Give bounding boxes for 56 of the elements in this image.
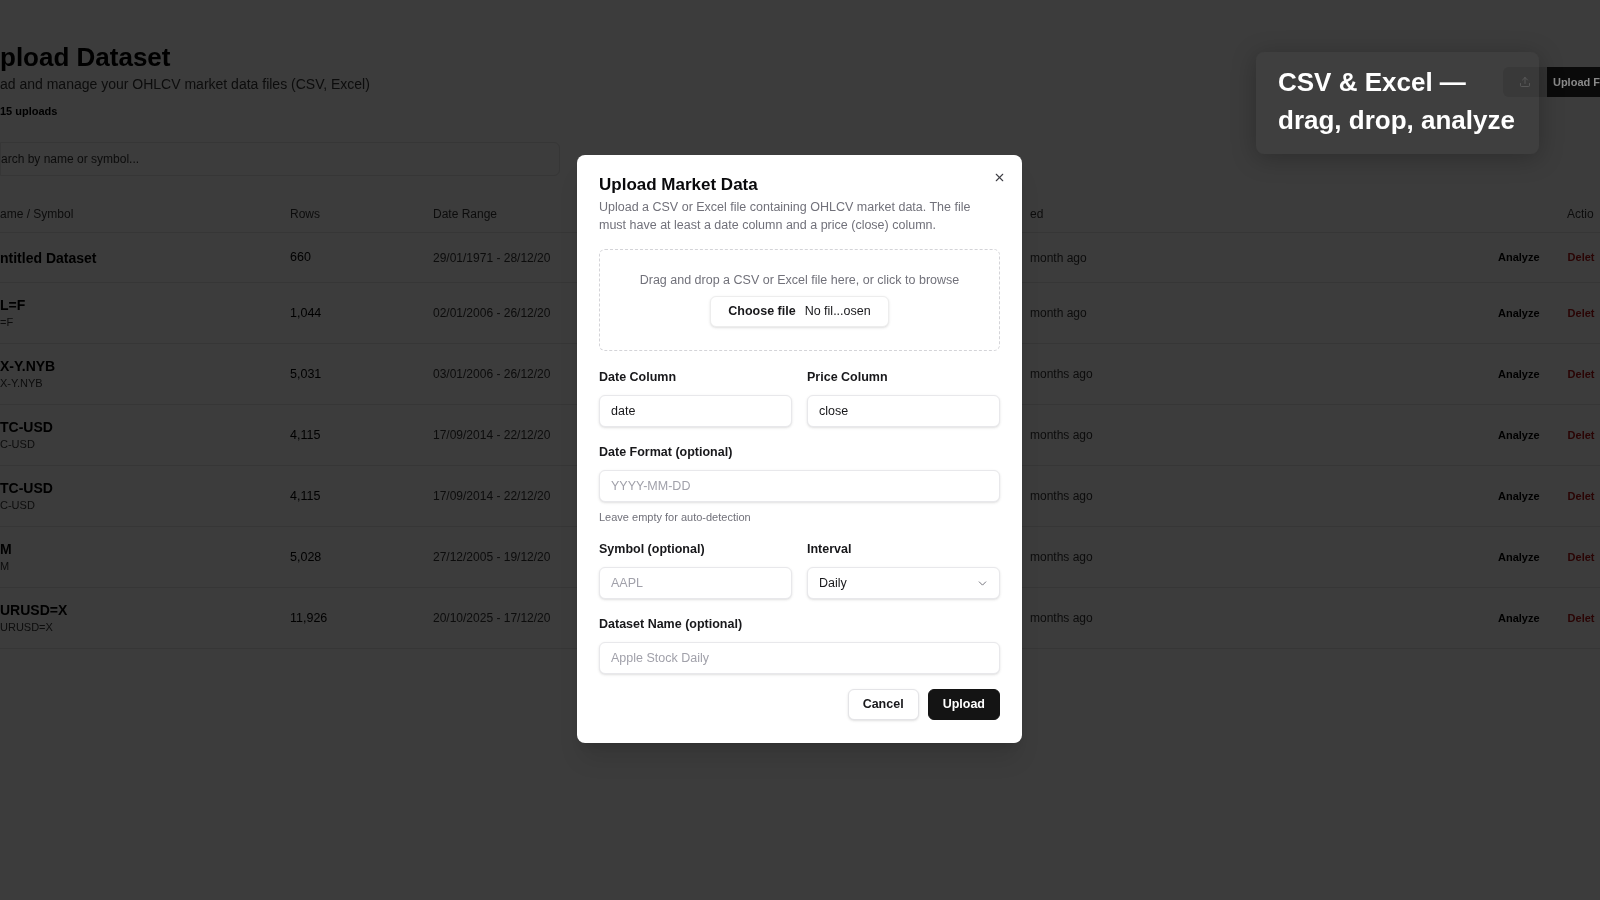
file-input[interactable]: Choose file No fil...osen <box>710 296 889 327</box>
dataset-name: ntitled Dataset <box>0 248 98 267</box>
page-title: pload Dataset <box>0 41 172 74</box>
analyze-link[interactable]: Analyze <box>1498 609 1540 627</box>
upload-icon <box>1518 76 1531 88</box>
row-count: 1,044 <box>290 304 322 322</box>
input-field[interactable]: YYYY-MM-DD <box>599 470 1000 502</box>
field-hint: Leave empty for auto-detection <box>599 510 752 524</box>
upload-file-button[interactable]: Upload F <box>1546 67 1600 97</box>
field-label: Symbol (optional) <box>599 541 706 557</box>
dialog-title: Upload Market Data <box>599 174 759 196</box>
field-label: Date Column <box>599 369 678 385</box>
dataset-name: M <box>0 540 13 558</box>
input-field[interactable]: AAPL <box>599 567 792 599</box>
field-label: Interval <box>807 541 853 557</box>
delete-link[interactable]: Delet <box>1567 249 1595 266</box>
dropzone-text: Drag and drop a CSV or Excel file here, or click to browse <box>639 272 960 289</box>
analyze-link[interactable]: Analyze <box>1498 426 1540 444</box>
row-count: 660 <box>290 249 311 267</box>
input-field[interactable]: close <box>807 395 1000 427</box>
analyze-link[interactable]: Analyze <box>1498 487 1540 505</box>
dataset-name: TC-USD <box>0 479 54 497</box>
delete-link[interactable]: Delet <box>1567 365 1595 383</box>
interval-select[interactable]: Daily <box>807 567 1000 599</box>
delete-link[interactable]: Delet <box>1567 548 1595 566</box>
delete-link[interactable]: Delet <box>1567 487 1595 505</box>
field-label: Price Column <box>807 369 889 385</box>
delete-link[interactable]: Delet <box>1567 304 1595 322</box>
row-count: 11,926 <box>290 609 328 627</box>
analyze-link[interactable]: Analyze <box>1498 365 1540 383</box>
upload-button[interactable]: Upload <box>927 689 1000 720</box>
row-count: 4,115 <box>290 487 321 505</box>
field-label: Dataset Name (optional) <box>599 616 744 632</box>
row-count: 4,115 <box>290 426 321 444</box>
caption-text: drag, drop, analyze <box>1278 104 1515 137</box>
analyze-link[interactable]: Analyze <box>1498 249 1540 266</box>
analyze-link[interactable]: Analyze <box>1498 304 1540 322</box>
delete-link[interactable]: Delet <box>1567 426 1595 444</box>
close-icon <box>993 171 1006 184</box>
upload-count: 15 uploads <box>0 104 59 119</box>
close-button[interactable] <box>993 171 1006 184</box>
dataset-name: URUSD=X <box>0 601 69 619</box>
dataset-name: TC-USD <box>0 418 54 436</box>
row-count: 5,031 <box>290 365 322 383</box>
row-count: 5,028 <box>290 548 322 566</box>
dropzone[interactable]: Drag and drop a CSV or Excel file here, or click to browse Choose file No fil...osen <box>599 249 1000 351</box>
delete-link[interactable]: Delet <box>1567 609 1595 627</box>
dialog-description: Upload a CSV or Excel file containing OHLCV market data. The file must have at least a date column and a price (close) column. <box>599 199 972 234</box>
input-field[interactable]: date <box>599 395 792 427</box>
field-label: Date Format (optional) <box>599 444 734 460</box>
cancel-button[interactable]: Cancel <box>847 689 919 720</box>
dataset-name: L=F <box>0 296 27 314</box>
caption-text: CSV & Excel — <box>1278 66 1467 99</box>
input-field[interactable]: Apple Stock Daily <box>599 642 1000 674</box>
analyze-link[interactable]: Analyze <box>1498 548 1540 566</box>
dataset-name: X-Y.NYB <box>0 357 57 375</box>
